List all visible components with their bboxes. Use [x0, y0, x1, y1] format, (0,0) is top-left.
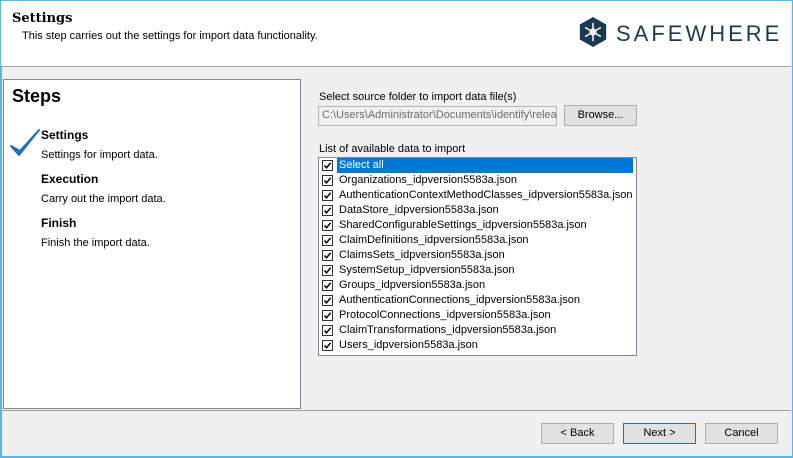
checkbox[interactable] [322, 310, 333, 321]
list-item[interactable]: Groups_idpversion5583a.json [319, 278, 636, 293]
list-item[interactable]: AuthenticationConnections_idpversion5583… [319, 293, 636, 308]
steps-panel: Steps Settings Settings for import data.… [3, 79, 301, 409]
checkbox[interactable] [322, 340, 333, 351]
step-finish-name: Finish [41, 216, 77, 230]
checkbox[interactable] [322, 175, 333, 186]
check-icon [323, 282, 332, 289]
checkbox[interactable] [322, 235, 333, 246]
list-item-label: AuthenticationConnections_idpversion5583… [339, 294, 580, 306]
check-icon [323, 162, 332, 169]
list-item[interactable]: ClaimDefinitions_idpversion5583a.json [319, 233, 636, 248]
step-settings-name: Settings [41, 128, 89, 142]
steps-title: Steps [12, 86, 62, 106]
back-button[interactable]: < Back [541, 423, 614, 444]
list-item[interactable]: SharedConfigurableSettings_idpversion558… [319, 218, 636, 233]
step-execution-description: Carry out the import data. [41, 193, 166, 205]
list-item[interactable]: Select all [319, 158, 636, 173]
checkbox[interactable] [322, 250, 333, 261]
footer-divider [1, 410, 791, 411]
list-item-label: SharedConfigurableSettings_idpversion558… [339, 219, 587, 231]
list-item-label: DataStore_idpversion5583a.json [339, 204, 499, 216]
list-item-label: Organizations_idpversion5583a.json [339, 174, 517, 186]
step-execution-name: Execution [41, 172, 99, 186]
header: Settings This step carries out the setti… [1, 1, 791, 66]
page-subtitle: This step carries out the settings for i… [22, 30, 318, 42]
safewhere-logo-icon [579, 16, 607, 48]
check-icon [323, 327, 332, 334]
list-item-label: AuthenticationContextMethodClasses_idpve… [339, 189, 633, 201]
list-item[interactable]: Organizations_idpversion5583a.json [319, 173, 636, 188]
checkbox[interactable] [322, 220, 333, 231]
list-item[interactable]: AuthenticationContextMethodClasses_idpve… [319, 188, 636, 203]
data-list-label: List of available data to import [319, 143, 466, 155]
checkbox[interactable] [322, 280, 333, 291]
source-folder-input[interactable]: C:\Users\Administrator\Documents\identif… [318, 106, 557, 126]
check-icon [323, 177, 332, 184]
page-title: Settings [12, 11, 73, 26]
check-icon [323, 192, 332, 199]
data-list[interactable]: Select all Organizations_idpversion5583a.… [318, 157, 637, 356]
list-item-label: ProtocolConnections_idpversion5583a.json [339, 309, 551, 321]
list-item-label: SystemSetup_idpversion5583a.json [339, 264, 515, 276]
check-icon [323, 252, 332, 259]
step-finish-description: Finish the import data. [41, 237, 150, 249]
list-item-label: ClaimsSets_idpversion5583a.json [339, 249, 505, 261]
list-item[interactable]: DataStore_idpversion5583a.json [319, 203, 636, 218]
list-item[interactable]: SystemSetup_idpversion5583a.json [319, 263, 636, 278]
browse-button[interactable]: Browse... [564, 105, 637, 126]
list-item[interactable]: ClaimsSets_idpversion5583a.json [319, 248, 636, 263]
check-icon [323, 267, 332, 274]
checkbox[interactable] [322, 265, 333, 276]
checkbox[interactable] [322, 190, 333, 201]
checkbox[interactable] [322, 205, 333, 216]
logo-text: SAFEWHERE [616, 21, 783, 46]
list-item-label: Groups_idpversion5583a.json [339, 279, 486, 291]
list-item[interactable]: Users_idpversion5583a.json [319, 338, 636, 353]
check-icon [323, 342, 332, 349]
check-icon [323, 237, 332, 244]
check-icon [323, 312, 332, 319]
checkmark-icon [10, 129, 40, 156]
check-icon [323, 207, 332, 214]
step-settings-description: Settings for import data. [41, 149, 158, 161]
list-item-label: Select all [337, 158, 633, 173]
source-folder-label: Select source folder to import data file… [319, 91, 517, 103]
list-item[interactable]: ProtocolConnections_idpversion5583a.json [319, 308, 636, 323]
check-icon [323, 222, 332, 229]
check-icon [323, 297, 332, 304]
checkbox[interactable] [322, 295, 333, 306]
checkbox[interactable] [322, 160, 333, 171]
list-item[interactable]: ClaimTransformations_idpversion5583a.jso… [319, 323, 636, 338]
header-divider [1, 66, 791, 67]
cancel-button[interactable]: Cancel [705, 423, 778, 444]
list-item-label: ClaimTransformations_idpversion5583a.jso… [339, 324, 557, 336]
list-item-label: ClaimDefinitions_idpversion5583a.json [339, 234, 529, 246]
next-button[interactable]: Next > [623, 423, 696, 444]
list-item-label: Users_idpversion5583a.json [339, 339, 478, 351]
checkbox[interactable] [322, 325, 333, 336]
